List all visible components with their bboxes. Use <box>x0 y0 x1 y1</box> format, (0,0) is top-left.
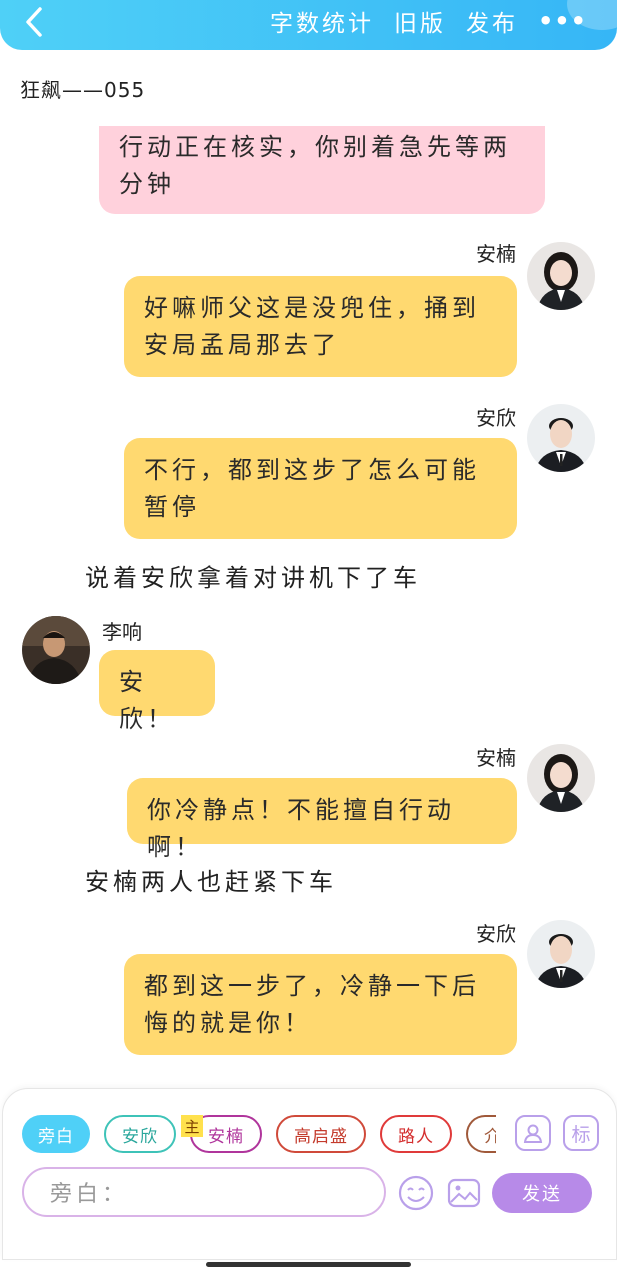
word-count-link[interactable]: 字数统计 <box>270 4 374 38</box>
tag-button[interactable]: 标 <box>563 1115 599 1151</box>
top-bar: 字数统计 旧版 发布 ••• <box>0 0 617 50</box>
avatar-an-nan[interactable] <box>527 744 595 812</box>
message-bubble[interactable]: 好嘛师父这是没兜住，捅到安局孟局那去了 <box>124 276 517 377</box>
chat-area[interactable]: 行动正在核实，你别着急先等两分钟 安楠 好嘛师父这是没兜住，捅到安局孟局那去了 … <box>0 126 617 1086</box>
send-button[interactable]: 发送 <box>492 1173 592 1213</box>
person-icon <box>523 1124 543 1143</box>
more-icon[interactable]: ••• <box>538 7 587 35</box>
speaker-name: 安欣 <box>476 406 516 430</box>
image-icon[interactable] <box>446 1175 482 1211</box>
role-chip-more[interactable]: 介 <box>466 1115 496 1153</box>
avatar-an-xin[interactable] <box>527 920 595 988</box>
message-input[interactable]: 旁白： <box>22 1167 386 1217</box>
role-chip-passerby[interactable]: 路人 <box>380 1115 452 1153</box>
speaker-name: 李响 <box>102 620 142 644</box>
home-indicator <box>206 1262 411 1267</box>
message-bubble[interactable]: 安欣！ <box>99 650 215 733</box>
speaker-name: 安楠 <box>476 242 516 266</box>
story-title: 狂飙——055 <box>20 78 146 102</box>
avatar-li-xiang[interactable] <box>22 616 90 684</box>
emoji-icon[interactable] <box>398 1175 434 1211</box>
message-bubble[interactable]: 不行，都到这步了怎么可能暂停 <box>124 438 517 539</box>
speaker-name: 安欣 <box>476 922 516 946</box>
main-role-badge: 主 <box>181 1115 203 1137</box>
back-icon[interactable] <box>18 5 52 39</box>
publish-link[interactable]: 发布 <box>466 4 518 38</box>
role-chip-an-xin[interactable]: 安欣 <box>104 1115 176 1153</box>
speaker-name: 安楠 <box>476 746 516 770</box>
add-character-button[interactable] <box>515 1115 551 1151</box>
role-chip-narrator[interactable]: 旁白 <box>22 1115 90 1153</box>
message-bubble[interactable]: 行动正在核实，你别着急先等两分钟 <box>99 126 545 214</box>
avatar-an-nan[interactable] <box>527 242 595 310</box>
old-version-link[interactable]: 旧版 <box>394 4 446 38</box>
message-bubble[interactable]: 都到这一步了，冷静一下后悔的就是你！ <box>124 954 517 1055</box>
message-bubble[interactable]: 你冷静点！不能擅自行动啊！ <box>127 778 517 861</box>
top-actions: 字数统计 旧版 发布 ••• <box>270 4 587 38</box>
narration-text[interactable]: 说着安欣拿着对讲机下了车 <box>85 558 421 593</box>
narration-text[interactable]: 安楠两人也赶紧下车 <box>85 862 337 897</box>
role-chip-gao-qisheng[interactable]: 高启盛 <box>276 1115 366 1153</box>
avatar-an-xin[interactable] <box>527 404 595 472</box>
